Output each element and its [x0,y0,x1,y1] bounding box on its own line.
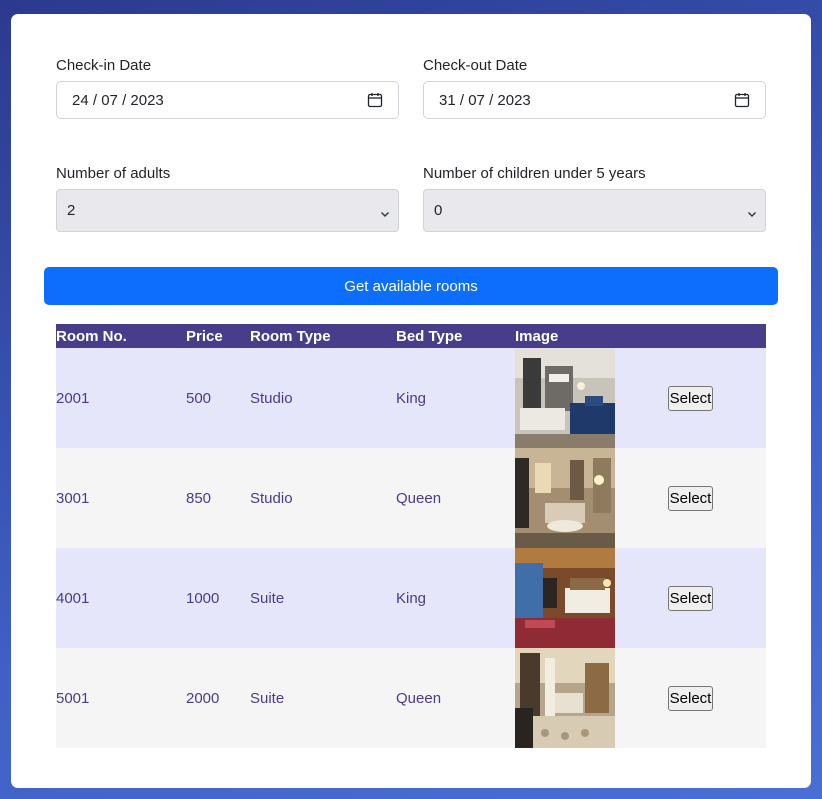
children-field: Number of children under 5 years 0 [423,165,766,232]
action-cell: Select [615,448,766,548]
action-cell: Select [615,348,766,448]
checkin-date-value: 24 / 07 / 2023 [72,92,164,109]
bed-type-cell: Queen [396,448,515,548]
checkout-year[interactable]: 2023 [497,92,530,109]
room-image [515,648,615,748]
room-no-cell: 3001 [56,448,186,548]
room-no-cell: 5001 [56,648,186,748]
select-room-button[interactable]: Select [667,385,714,411]
room-image [515,548,615,648]
chevron-down-icon [747,206,757,217]
bed-type-cell: King [396,348,515,448]
room-no-cell: 2001 [56,348,186,448]
image-cell [515,348,615,448]
calendar-icon[interactable] [367,92,383,108]
header-price: Price [186,324,250,348]
checkin-day[interactable]: 24 [72,92,89,109]
image-cell [515,648,615,748]
table-row: 4001 1000 Suite King Select [56,548,766,648]
checkout-date-value: 31 / 07 / 2023 [439,92,531,109]
select-room-button[interactable]: Select [667,585,714,611]
checkin-label: Check-in Date [56,57,152,74]
checkin-field: Check-in Date 24 / 07 / 2023 [56,57,399,119]
header-bed-type: Bed Type [396,324,515,348]
action-cell: Select [615,548,766,648]
checkin-date-input[interactable]: 24 / 07 / 2023 [56,81,399,119]
adults-field: Number of adults 2 [56,165,399,232]
checkout-day[interactable]: 31 [439,92,456,109]
price-cell: 850 [186,448,250,548]
table-row: 3001 850 Studio Queen Select [56,448,766,548]
get-available-rooms-button[interactable]: Get available rooms [44,267,778,305]
table-header-row: Room No. Price Room Type Bed Type Image [56,324,766,348]
children-value: 0 [434,202,443,219]
table-row: 2001 500 Studio King Select [56,348,766,448]
header-action [615,324,766,348]
calendar-icon[interactable] [734,92,750,108]
chevron-down-icon [380,206,390,217]
date-separator: / [459,91,469,109]
children-select[interactable]: 0 [423,189,766,232]
checkout-field: Check-out Date 31 / 07 / 2023 [423,57,766,119]
checkin-year[interactable]: 2023 [130,92,163,109]
header-room-type: Room Type [250,324,396,348]
price-cell: 2000 [186,648,250,748]
checkout-month[interactable]: 07 [468,92,485,109]
checkout-date-input[interactable]: 31 / 07 / 2023 [423,81,766,119]
select-room-button[interactable]: Select [667,685,714,711]
price-cell: 500 [186,348,250,448]
adults-value: 2 [67,202,76,219]
date-separator: / [92,91,102,109]
room-type-cell: Studio [250,448,396,548]
adults-select[interactable]: 2 [56,189,399,232]
bed-type-cell: Queen [396,648,515,748]
image-cell [515,448,615,548]
children-label: Number of children under 5 years [423,165,646,182]
room-image [515,448,615,548]
image-cell [515,548,615,648]
price-cell: 1000 [186,548,250,648]
header-image: Image [515,324,615,348]
checkout-label: Check-out Date [423,57,528,74]
bed-type-cell: King [396,548,515,648]
table-row: 5001 2000 Suite Queen Select [56,648,766,748]
header-room-no: Room No. [56,324,186,348]
room-type-cell: Suite [250,548,396,648]
room-type-cell: Suite [250,648,396,748]
room-no-cell: 4001 [56,548,186,648]
adults-label: Number of adults [56,165,171,182]
room-image [515,348,615,448]
checkin-month[interactable]: 07 [101,92,118,109]
select-room-button[interactable]: Select [667,485,714,511]
rooms-table: Room No. Price Room Type Bed Type Image … [56,324,766,748]
booking-card: Check-in Date 24 / 07 / 2023 Check-out D… [11,14,811,788]
room-type-cell: Studio [250,348,396,448]
action-cell: Select [615,648,766,748]
